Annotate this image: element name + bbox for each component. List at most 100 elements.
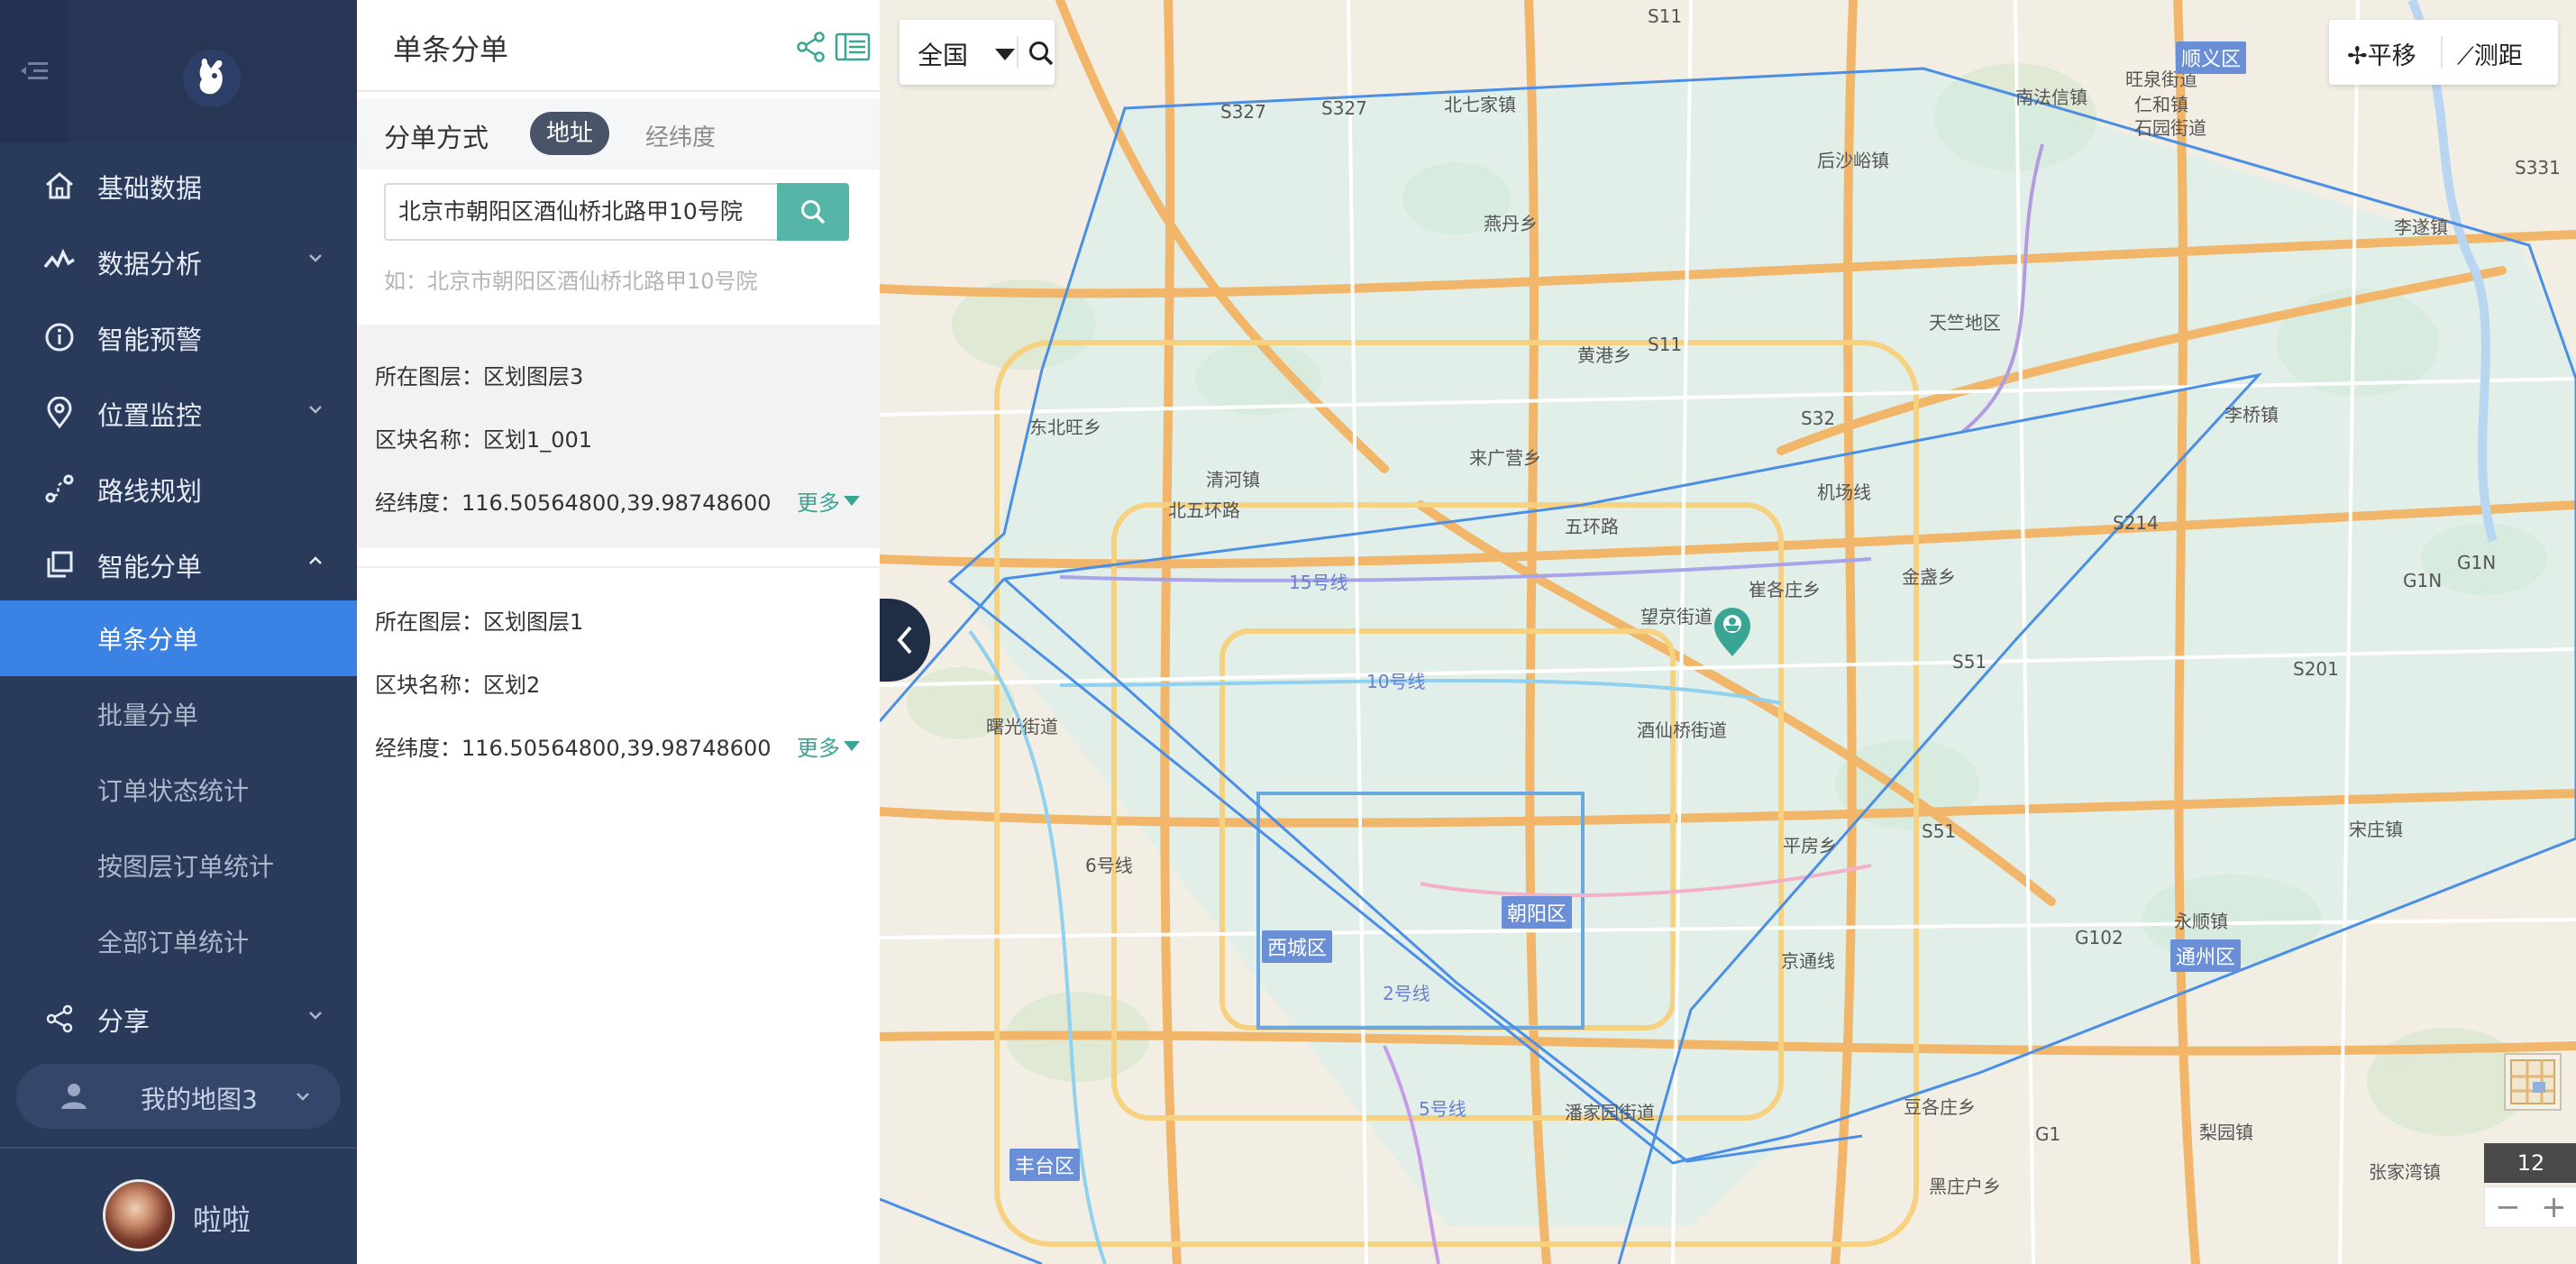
- mini-map-icon: [2510, 1059, 2555, 1104]
- location-marker-icon[interactable]: [1711, 606, 1754, 658]
- map-place-label: 酒仙桥街道: [1637, 719, 1727, 741]
- result-coords: 经纬度：116.50564800,39.98748600: [375, 736, 772, 761]
- map-district-label: 通州区: [2170, 939, 2242, 972]
- map-road-label: S327: [1321, 97, 1367, 119]
- nav-basic-data[interactable]: 基础数据: [0, 148, 357, 224]
- map-place-label: 李桥镇: [2224, 404, 2279, 426]
- copy-stack-icon: [47, 551, 73, 578]
- map-place-label: 望京街道: [1640, 606, 1713, 627]
- map-place-label: 北七家镇: [1444, 94, 1516, 115]
- map-place-label: 后沙峪镇: [1817, 150, 1889, 171]
- my-map-label: 我的地图3: [141, 1085, 258, 1114]
- subnav-label: 订单状态统计: [97, 776, 250, 806]
- more-link[interactable]: 更多: [797, 730, 860, 762]
- sidebar-header: [0, 0, 357, 142]
- map-place-label: 来广营乡: [1469, 447, 1541, 469]
- map-road-label: 五环路: [1565, 516, 1619, 537]
- map-road-label: S11: [1648, 5, 1683, 27]
- route-icon: [45, 474, 74, 503]
- dispatch-panel: 单条分单 分单方式 地址 经纬度 北京市朝阳区酒仙桥北路甲10号院 如：北京市朝…: [357, 0, 880, 1264]
- result-card: 所在图层：区划图层1 区块名称：区划2 经纬度：116.50564800,39.…: [357, 566, 880, 792]
- nav-smart-dispatch[interactable]: 智能分单: [0, 527, 357, 602]
- map-place-label: 石园街道: [2134, 117, 2206, 139]
- chevron-down-icon: [309, 1012, 322, 1020]
- nav-location-monitor[interactable]: 位置监控: [0, 375, 357, 451]
- chevron-down-icon: [297, 1093, 309, 1101]
- map-road-label: G102: [2075, 927, 2124, 948]
- nav-label: 智能预警: [97, 325, 203, 355]
- map-road-label: S214: [2113, 512, 2159, 534]
- my-map-selector[interactable]: 我的地图3: [16, 1064, 341, 1129]
- result-layer: 所在图层：区划图层3: [375, 364, 584, 389]
- search-button[interactable]: [777, 183, 849, 241]
- map-line-label: 10号线: [1366, 671, 1426, 692]
- map-place-label: 清河镇: [1206, 469, 1260, 490]
- location-pin-icon: [47, 397, 72, 429]
- map-place-label: 金盏乡: [1902, 566, 1956, 588]
- zoom-out-button[interactable]: −: [2495, 1189, 2521, 1225]
- subnav-label: 全部订单统计: [97, 928, 250, 957]
- map-line-label: 2号线: [1383, 983, 1430, 1004]
- measure-label: 测距: [2473, 42, 2523, 70]
- info-circle-icon: [45, 323, 74, 352]
- nav-route-planning[interactable]: 路线规划: [0, 451, 357, 527]
- nav-share[interactable]: 分享: [0, 981, 357, 1057]
- map-road-label: 机场线: [1817, 481, 1871, 503]
- map-road-label: G1: [2035, 1123, 2061, 1145]
- subnav-order-status-stats[interactable]: 订单状态统计: [0, 752, 357, 828]
- region-selector[interactable]: 全国: [900, 20, 1055, 85]
- share-icon: [46, 1004, 73, 1033]
- sidebar: 基础数据 数据分析 智能预警 位置监控 路线规划 智能分单 单条分单 批量分单 …: [0, 0, 357, 1264]
- map-district-label: 丰台区: [1009, 1149, 1081, 1181]
- map-place-label: 南法信镇: [2015, 87, 2087, 108]
- list-view-icon[interactable]: [835, 32, 871, 61]
- result-layer: 所在图层：区划图层1: [375, 609, 584, 635]
- address-search-input[interactable]: 北京市朝阳区酒仙桥北路甲10号院: [384, 183, 777, 241]
- avatar[interactable]: [103, 1179, 175, 1251]
- caret-down-icon: [995, 49, 1015, 60]
- map-place-label: 黄港乡: [1577, 344, 1631, 366]
- subnav-all-order-stats[interactable]: 全部订单统计: [0, 903, 357, 979]
- map-road-label: S327: [1220, 101, 1266, 123]
- result-card: 所在图层：区划图层3 区块名称：区划1_001 经纬度：116.50564800…: [357, 325, 880, 548]
- map-toolbox: ✢平移 ⟋测距: [2329, 20, 2558, 85]
- dispatch-mode-label: 分单方式: [384, 123, 489, 153]
- map-road-label: S51: [1922, 820, 1957, 842]
- map-district-label: 朝阳区: [1502, 896, 1573, 929]
- zoom-in-button[interactable]: +: [2541, 1189, 2567, 1225]
- subnav-single-dispatch[interactable]: 单条分单: [0, 600, 357, 676]
- map-place-label: 张家湾镇: [2369, 1161, 2441, 1183]
- nav-label: 智能分单: [97, 552, 203, 582]
- result-block: 区块名称：区划2: [375, 673, 541, 698]
- zoom-controls: − +: [2484, 1186, 2576, 1228]
- result-coords: 经纬度：116.50564800,39.98748600: [375, 490, 772, 516]
- map-place-label: 天竺地区: [1929, 312, 2001, 334]
- share-icon[interactable]: [795, 31, 827, 63]
- map-thumbnail[interactable]: [2504, 1053, 2562, 1111]
- search-hint: 如：北京市朝阳区酒仙桥北路甲10号院: [384, 269, 758, 294]
- map-road-label: 京通线: [1781, 950, 1835, 972]
- map-place-label: 豆各庄乡: [1904, 1096, 1976, 1118]
- map-road-label: S331: [2515, 157, 2561, 179]
- divider: [2441, 36, 2443, 69]
- more-link[interactable]: 更多: [797, 485, 860, 517]
- sidebar-divider: [0, 1147, 357, 1149]
- map-place-label: 永顺镇: [2174, 911, 2228, 932]
- subnav-batch-dispatch[interactable]: 批量分单: [0, 676, 357, 752]
- nav-data-analysis[interactable]: 数据分析: [0, 224, 357, 299]
- map-canvas[interactable]: 北七家镇 南法信镇 旺泉街道 顺义区 仁和镇 石园街道 李遂镇 后沙峪镇 燕丹乡…: [880, 0, 2576, 1264]
- search-icon[interactable]: [1028, 40, 1055, 67]
- nav-label: 路线规划: [97, 476, 203, 507]
- more-label: 更多: [797, 736, 840, 761]
- subnav-label: 批量分单: [97, 701, 199, 730]
- collapse-sidebar-button[interactable]: [0, 0, 69, 142]
- map-place-label: 燕丹乡: [1484, 213, 1538, 234]
- nav-smart-warning[interactable]: 智能预警: [0, 299, 357, 375]
- mode-address-toggle[interactable]: 地址: [530, 112, 609, 155]
- mode-latlng-toggle[interactable]: 经纬度: [645, 119, 716, 152]
- subnav-layer-order-stats[interactable]: 按图层订单统计: [0, 828, 357, 903]
- username: 啦啦: [193, 1203, 251, 1237]
- map-place-label: 崔各庄乡: [1749, 579, 1821, 600]
- pan-button[interactable]: ✢平移: [2347, 36, 2416, 71]
- measure-button[interactable]: ⟋测距: [2457, 36, 2523, 71]
